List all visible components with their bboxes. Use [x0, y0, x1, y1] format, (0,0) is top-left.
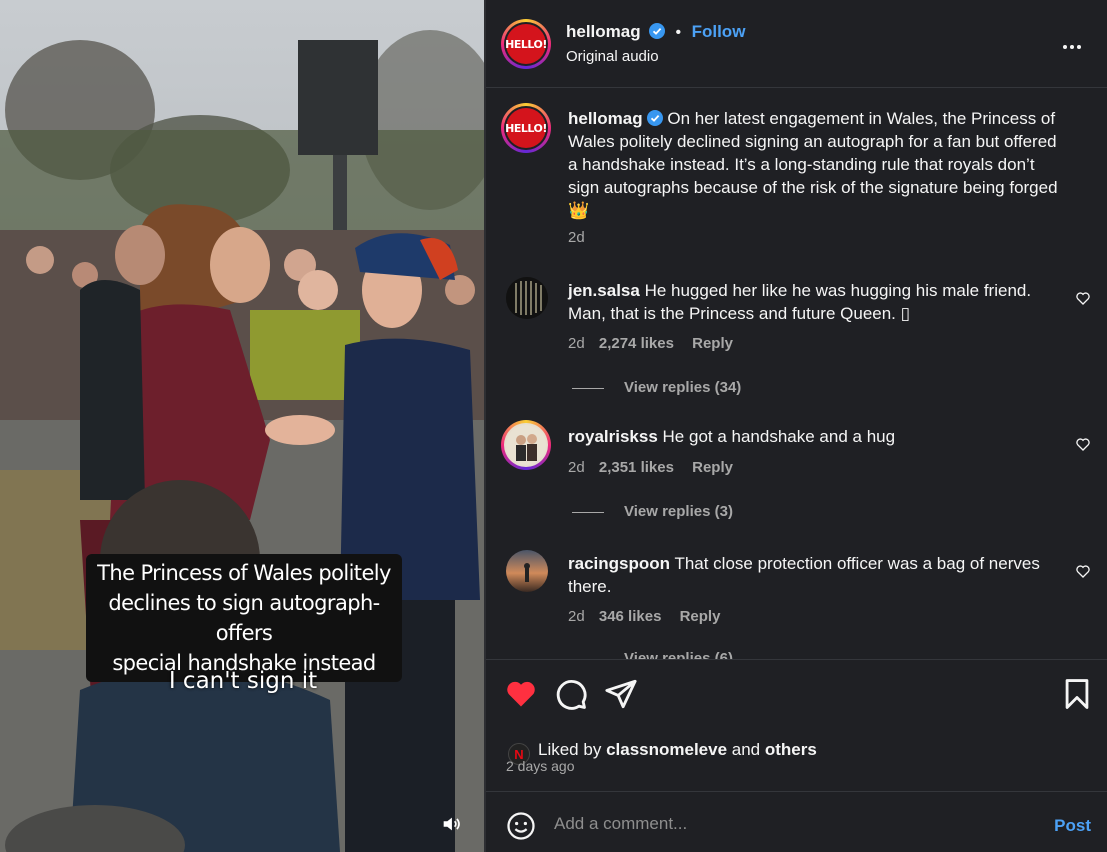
view-replies-button[interactable]: View replies (3) [572, 503, 733, 520]
caption-line-2: declines to sign autograph- offers [108, 591, 380, 645]
author-avatar[interactable]: HELLO! [501, 19, 551, 69]
comment-text: jen.salsa He hugged her like he was hugg… [568, 279, 1068, 325]
view-replies-button[interactable]: View replies (34) [572, 379, 741, 396]
comment-meta: 2d 2,351 likes Reply [568, 459, 733, 476]
liked-others[interactable]: others [765, 740, 817, 759]
author-line: hellomag • Follow [566, 22, 745, 42]
comment-username[interactable]: royalriskss [568, 427, 658, 446]
replies-line [572, 387, 604, 389]
comment-meta: 2d 2,274 likes Reply [568, 335, 733, 352]
original-audio-link[interactable]: Original audio [566, 48, 659, 65]
post-details-panel: HELLO! hellomag • Follow Original audio … [486, 0, 1107, 852]
liked-prefix: Liked by [538, 740, 602, 759]
video-frame [0, 0, 486, 852]
comment-composer: Post [486, 791, 1107, 852]
follow-button[interactable]: Follow [692, 22, 746, 41]
more-options-icon[interactable] [1063, 36, 1085, 49]
comment-likes[interactable]: 2,274 likes [599, 335, 674, 352]
heart-filled-icon[interactable] [504, 676, 538, 710]
caption-text: hellomag On her latest engagement in Wal… [568, 107, 1068, 222]
caption-line-1: The Princess of Wales politely [97, 561, 391, 585]
view-replies-button[interactable]: View replies (6) [572, 650, 733, 659]
avatar-image [506, 425, 546, 465]
comment-age: 2d [568, 335, 585, 352]
view-replies-label: View replies (34) [624, 379, 742, 396]
liked-user[interactable]: classnomeleve [606, 740, 727, 759]
comment-like-icon[interactable] [1075, 290, 1091, 306]
comment-avatar[interactable] [501, 420, 551, 470]
verified-icon [649, 23, 666, 39]
comment-body: He got a handshake and a hug [662, 427, 896, 446]
comment-input[interactable] [554, 810, 1004, 838]
caption-age: 2d [568, 229, 585, 246]
reply-button[interactable]: Reply [680, 608, 721, 625]
comment-likes[interactable]: 2,351 likes [599, 459, 674, 476]
emoji-icon[interactable] [506, 811, 536, 841]
comment-like-icon[interactable] [1075, 563, 1091, 579]
post-time: 2 days ago [506, 758, 575, 774]
post-actions: N Liked by classnomeleve and others 2 day… [486, 659, 1107, 791]
post-button[interactable]: Post [1054, 816, 1091, 836]
separator-dot: • [675, 24, 682, 41]
post-header: HELLO! hellomag • Follow Original audio [486, 0, 1107, 88]
comment-likes[interactable]: 346 likes [599, 608, 662, 625]
comment-username[interactable]: racingspoon [568, 554, 670, 573]
comment-text: racingspoon That close protection office… [568, 552, 1068, 598]
author-username[interactable]: hellomag [566, 22, 641, 41]
comment-avatar[interactable] [506, 277, 548, 319]
hello-logo: HELLO! [505, 24, 547, 64]
video-caption: The Princess of Wales politely declines … [86, 554, 402, 682]
reply-button[interactable]: Reply [692, 459, 733, 476]
comment-meta: 2d 346 likes Reply [568, 608, 720, 625]
comments-list[interactable]: HELLO! hellomag On her latest engagement… [486, 89, 1107, 659]
comment-age: 2d [568, 459, 585, 476]
share-icon[interactable] [604, 677, 638, 711]
avatar-image [506, 277, 548, 319]
replies-line [572, 511, 604, 513]
comment-avatar[interactable] [506, 550, 548, 592]
comment-icon[interactable] [554, 677, 588, 711]
comment-like-icon[interactable] [1075, 436, 1091, 452]
caption-author-avatar[interactable]: HELLO! [501, 103, 551, 153]
bookmark-icon[interactable] [1060, 677, 1094, 711]
comment-text: royalriskss He got a handshake and a hug [568, 425, 1068, 448]
view-replies-label: View replies (6) [624, 650, 733, 659]
post-video[interactable]: The Princess of Wales politely declines … [0, 0, 486, 852]
video-subtitle: I can't sign it [168, 668, 318, 694]
comment-username[interactable]: jen.salsa [568, 281, 640, 300]
hello-logo: HELLO! [505, 108, 547, 148]
verified-icon [646, 110, 663, 126]
caption-username[interactable]: hellomag [568, 109, 643, 128]
speaker-icon[interactable] [440, 813, 462, 835]
comment-age: 2d [568, 608, 585, 625]
reply-button[interactable]: Reply [692, 335, 733, 352]
avatar-image [506, 550, 548, 592]
liked-and: and [731, 740, 761, 759]
view-replies-label: View replies (3) [624, 503, 733, 520]
